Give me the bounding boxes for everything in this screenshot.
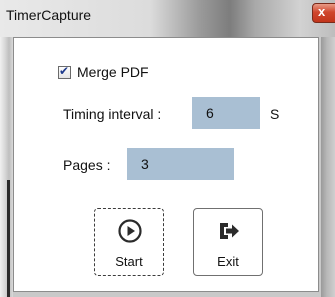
play-circle-icon xyxy=(118,219,142,243)
merge-pdf-label[interactable]: Merge PDF xyxy=(77,64,149,80)
app-window: TimerCapture x ✔ Merge PDF Timing interv… xyxy=(0,0,335,297)
window-frame-shadow xyxy=(7,180,10,297)
timing-interval-input[interactable]: 6 xyxy=(192,97,260,129)
close-icon: x xyxy=(318,4,326,19)
window-frame-right xyxy=(321,37,335,297)
merge-pdf-option[interactable]: ✔ Merge PDF xyxy=(58,64,149,80)
exit-arrow-icon xyxy=(220,223,239,239)
window-frame-bottom xyxy=(13,292,321,297)
exit-button-label: Exit xyxy=(217,254,239,269)
timing-interval-label: Timing interval : xyxy=(63,106,162,122)
pages-label: Pages : xyxy=(63,157,111,173)
title-bar[interactable]: TimerCapture x xyxy=(0,0,335,37)
checkmark-icon: ✔ xyxy=(59,63,70,78)
timing-interval-unit: S xyxy=(270,106,280,122)
merge-pdf-checkbox[interactable]: ✔ xyxy=(58,63,71,79)
window-title: TimerCapture xyxy=(6,7,92,23)
exit-button[interactable]: Exit xyxy=(193,208,263,276)
start-button-label: Start xyxy=(115,254,143,269)
start-button[interactable]: Start xyxy=(94,208,164,276)
pages-input[interactable]: 3 xyxy=(127,148,234,180)
close-button[interactable]: x xyxy=(312,3,335,23)
